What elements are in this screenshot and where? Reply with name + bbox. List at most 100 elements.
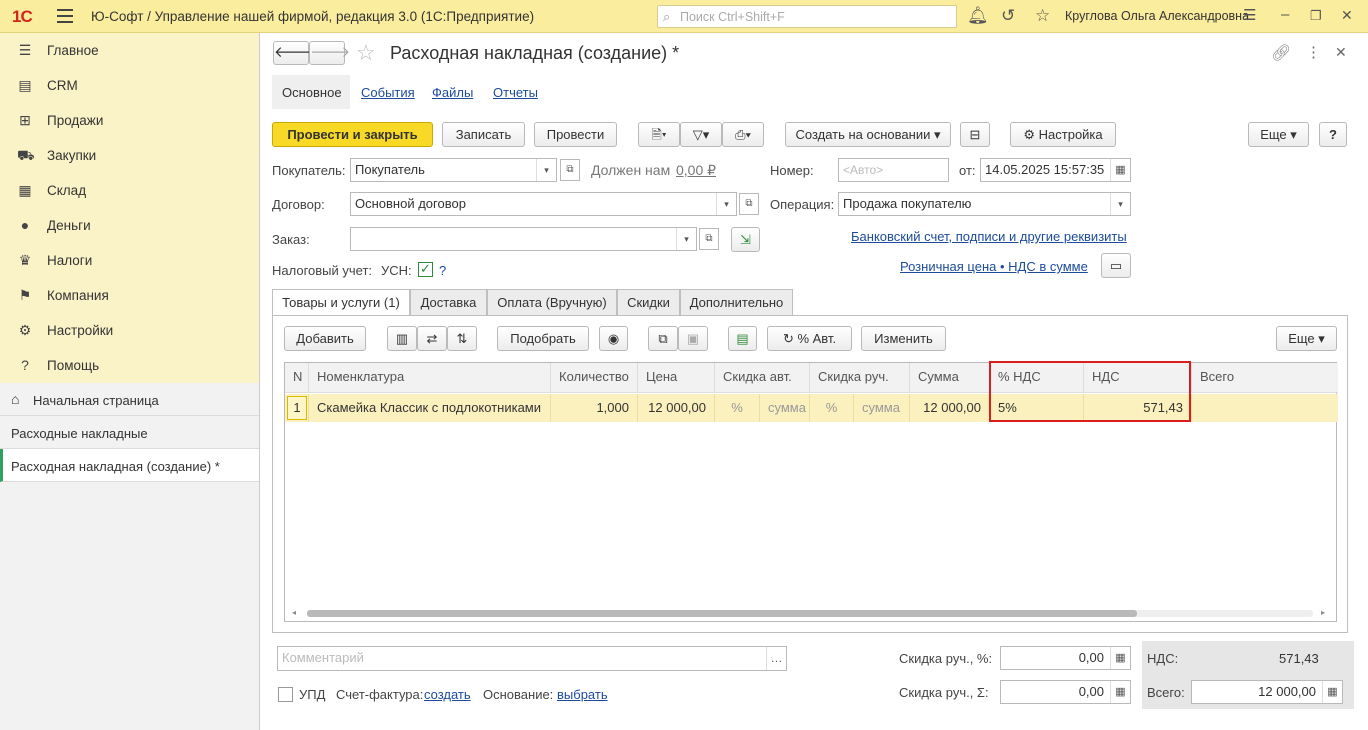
cell-name[interactable]: Скамейка Классик с подлокотниками [309, 394, 551, 422]
open-icon[interactable]: ⧉ [739, 193, 759, 215]
column-header-n[interactable]: N [285, 363, 309, 393]
scroll-left-icon[interactable]: ◂ [292, 608, 296, 617]
ellipsis-icon[interactable]: … [766, 647, 786, 670]
favorites-star-icon[interactable]: ☆ [1035, 6, 1050, 26]
grid-more-button[interactable]: Еще ▾ [1276, 326, 1337, 351]
main-menu-icon[interactable] [57, 9, 73, 23]
more-vertical-icon[interactable]: ⋮ [1306, 43, 1321, 61]
settings-menu-icon[interactable]: ☰ [1243, 6, 1256, 24]
cell-sum[interactable]: 12 000,00 [910, 394, 990, 422]
change-button[interactable]: Изменить [861, 326, 946, 351]
horizontal-scrollbar[interactable] [307, 610, 1313, 617]
create-doc-dropdown-icon[interactable]: 🗎▾ [638, 122, 680, 147]
chevron-down-icon[interactable]: ▾ [676, 228, 696, 250]
eye-icon[interactable]: ◉ [599, 326, 628, 351]
tab-discounts[interactable]: Скидки [617, 289, 680, 316]
calculator-icon[interactable]: ▦ [1322, 681, 1342, 703]
sidebar-item-company[interactable]: ⚑ Компания [0, 278, 259, 313]
sidebar-item-money[interactable]: ● Деньги [0, 208, 259, 243]
payment-card-icon[interactable]: ▭ [1101, 253, 1131, 278]
structure-icon[interactable]: ⊟ [960, 122, 990, 147]
sidebar-item-warehouse[interactable]: ▦ Склад [0, 173, 259, 208]
cell-auto-discount-sum[interactable]: сумма [760, 394, 810, 422]
order-field[interactable]: ▾ [350, 227, 697, 251]
bank-details-link[interactable]: Банковский счет, подписи и другие реквиз… [851, 229, 1127, 244]
contract-field[interactable]: Основной договор ▾ [350, 192, 737, 216]
number-field[interactable]: <Авто> [838, 158, 949, 182]
chevron-down-icon[interactable]: ▾ [1110, 193, 1130, 215]
table-icon[interactable]: ▤ [728, 326, 757, 351]
calculator-icon[interactable]: ▦ [1110, 681, 1130, 703]
tab-additional[interactable]: Дополнительно [680, 289, 793, 316]
scrollbar-thumb[interactable] [307, 610, 1137, 617]
column-header-auto-discount[interactable]: Скидка авт. [715, 363, 810, 393]
auto-discount-button[interactable]: ↻ % Авт. [767, 326, 852, 351]
help-button[interactable]: ? [1319, 122, 1347, 147]
usn-checkbox[interactable]: ✓ [418, 262, 433, 277]
barcode-icon[interactable]: ▥ [387, 326, 417, 351]
add-row-button[interactable]: Добавить [284, 326, 366, 351]
subtab-files[interactable]: Файлы [432, 85, 473, 100]
price-settings-link[interactable]: Розничная цена • НДС в сумме [900, 259, 1088, 274]
history-icon[interactable]: ↺ [1001, 6, 1015, 26]
upd-checkbox[interactable] [278, 687, 293, 702]
tab-delivery[interactable]: Доставка [410, 289, 487, 316]
fill-order-icon[interactable]: ⇲ [731, 227, 760, 252]
back-button[interactable]: 🡐 [273, 41, 314, 65]
copy-icon[interactable]: ⧉ [648, 326, 678, 351]
tax-help-icon[interactable]: ? [439, 263, 446, 278]
settings-button[interactable]: ⚙ Настройка [1010, 122, 1116, 147]
scroll-right-icon[interactable]: ▸ [1321, 608, 1325, 617]
cell-price[interactable]: 12 000,00 [638, 394, 715, 422]
more-button[interactable]: Еще ▾ [1248, 122, 1309, 147]
bell-icon[interactable]: 🔔︎ [967, 6, 989, 26]
restore-icon[interactable]: ❐ [1310, 8, 1322, 24]
sidebar-item-crm[interactable]: ▤ CRM [0, 68, 259, 103]
open-window-item-active[interactable]: Расходная накладная (создание) * [0, 449, 259, 482]
open-icon[interactable]: ⧉ [560, 159, 580, 181]
open-window-item[interactable]: Расходные накладные [0, 416, 259, 449]
column-header-sum[interactable]: Сумма [910, 363, 990, 393]
comment-field[interactable]: Комментарий … [277, 646, 787, 671]
sidebar-item-purchases[interactable]: ⛟ Закупки [0, 138, 259, 173]
close-doc-icon[interactable]: ✕ [1335, 44, 1347, 61]
cell-n[interactable]: 1 [285, 394, 309, 422]
chevron-down-icon[interactable]: ▾ [536, 159, 556, 181]
user-name[interactable]: Круглова Ольга Александровна [1065, 9, 1249, 23]
minimize-icon[interactable]: ‒ [1281, 6, 1289, 23]
cell-total[interactable] [1192, 394, 1338, 422]
close-app-icon[interactable]: ✕ [1341, 7, 1353, 24]
favorite-star-icon[interactable]: ☆ [356, 40, 376, 66]
tab-goods[interactable]: Товары и услуги (1) [272, 289, 410, 316]
open-icon[interactable]: ⧉ [699, 228, 719, 250]
data-collection-icon[interactable]: ⇄ [417, 326, 447, 351]
sidebar-item-sales[interactable]: ⊞ Продажи [0, 103, 259, 138]
calendar-icon[interactable]: ▦ [1110, 159, 1130, 181]
operation-field[interactable]: Продажа покупателю ▾ [838, 192, 1131, 216]
home-page-link[interactable]: ⌂ Начальная страница [0, 383, 259, 416]
chevron-down-icon[interactable]: ▾ [716, 193, 736, 215]
date-field[interactable]: 14.05.2025 15:57:35 ▦ [980, 158, 1131, 182]
owes-value[interactable]: 0,00 ₽ [676, 162, 716, 179]
cell-auto-discount-pct[interactable]: % [715, 394, 760, 422]
sidebar-item-help[interactable]: ? Помощь [0, 348, 259, 383]
paste-icon[interactable]: ▣ [678, 326, 708, 351]
sidebar-item-main[interactable]: ☰ Главное [0, 33, 259, 68]
create-invoice-link[interactable]: создать [424, 687, 471, 702]
column-header-total[interactable]: Всего [1192, 363, 1338, 393]
cell-manual-discount-sum[interactable]: сумма [854, 394, 910, 422]
column-header-price[interactable]: Цена [638, 363, 715, 393]
scanner-icon[interactable]: ⇅ [447, 326, 477, 351]
sidebar-item-settings[interactable]: ⚙ Настройки [0, 313, 259, 348]
column-header-manual-discount[interactable]: Скидка руч. [810, 363, 910, 393]
post-button[interactable]: Провести [534, 122, 617, 147]
post-and-close-button[interactable]: Провести и закрыть [272, 122, 433, 147]
column-header-name[interactable]: Номенклатура [309, 363, 551, 393]
column-header-qty[interactable]: Количество [551, 363, 638, 393]
save-button[interactable]: Записать [442, 122, 525, 147]
subtab-reports[interactable]: Отчеты [493, 85, 538, 100]
subtab-events[interactable]: События [361, 85, 415, 100]
create-based-on-button[interactable]: Создать на основании ▾ [785, 122, 951, 147]
search-input[interactable]: ⌕ Поиск Ctrl+Shift+F [657, 5, 957, 28]
buyer-field[interactable]: Покупатель ▾ [350, 158, 557, 182]
